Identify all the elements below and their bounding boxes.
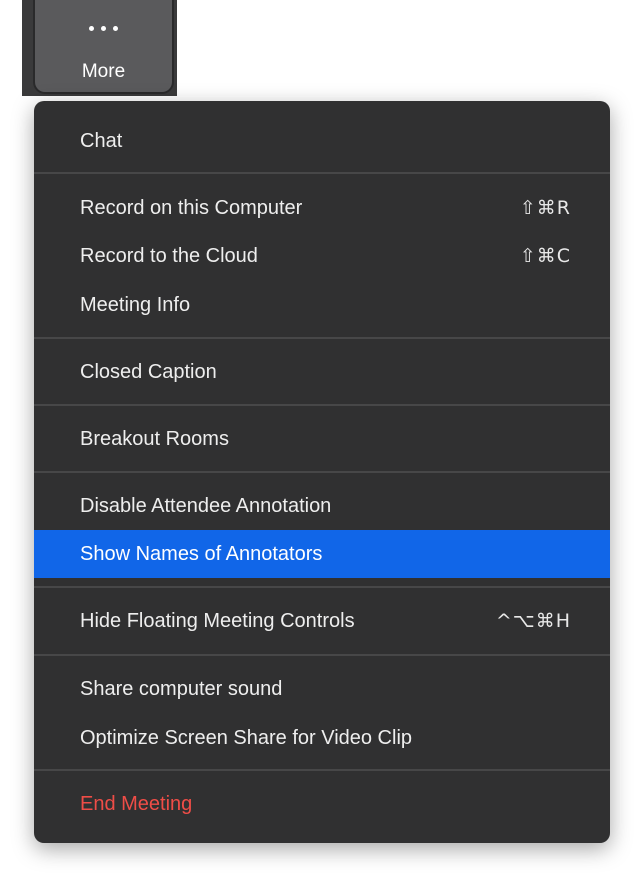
ellipsis-icon — [35, 26, 172, 36]
menu-item-meeting-info[interactable]: Meeting Info — [34, 281, 610, 329]
menu-item-record-cloud[interactable]: Record to the Cloud ⇧⌘C — [34, 232, 610, 280]
menu-item-show-annotators[interactable]: Show Names of Annotators — [34, 530, 610, 578]
menu-separator — [34, 654, 610, 656]
menu-item-label: Closed Caption — [80, 360, 217, 383]
menu-item-label: Record on this Computer — [80, 196, 303, 219]
more-button[interactable]: More — [33, 0, 174, 94]
menu-item-record-computer[interactable]: Record on this Computer ⇧⌘R — [34, 184, 610, 232]
menu-item-label: Chat — [80, 129, 123, 152]
menu-item-label: Show Names of Annotators — [80, 542, 323, 565]
menu-item-label: Share computer sound — [80, 677, 283, 700]
menu-item-label: Disable Attendee Annotation — [80, 494, 332, 517]
menu-item-share-sound[interactable]: Share computer sound — [34, 665, 610, 713]
menu-item-label: Record to the Cloud — [80, 244, 258, 267]
shortcut-label: ⇧⌘C — [519, 245, 571, 267]
menu-item-breakout-rooms[interactable]: Breakout Rooms — [34, 415, 610, 463]
shortcut-label: ⇧⌘R — [519, 197, 571, 219]
shortcut-label: ^⌥⌘H — [495, 610, 571, 632]
more-dropdown-menu: Chat Record on this Computer ⇧⌘R Record … — [34, 101, 610, 843]
menu-item-chat[interactable]: Chat — [34, 117, 610, 165]
menu-separator — [34, 769, 610, 771]
menu-separator — [34, 471, 610, 473]
menu-item-label: Hide Floating Meeting Controls — [80, 609, 355, 632]
menu-separator — [34, 586, 610, 588]
menu-item-label: Meeting Info — [80, 293, 191, 316]
menu-item-label: Optimize Screen Share for Video Clip — [80, 726, 413, 749]
menu-item-hide-floating-controls[interactable]: Hide Floating Meeting Controls ^⌥⌘H — [34, 597, 610, 645]
menu-item-label: Breakout Rooms — [80, 427, 229, 450]
menu-separator — [34, 337, 610, 339]
menu-item-optimize-share[interactable]: Optimize Screen Share for Video Clip — [34, 714, 610, 762]
menu-separator — [34, 172, 610, 174]
menu-item-end-meeting[interactable]: End Meeting — [34, 780, 610, 828]
menu-item-closed-caption[interactable]: Closed Caption — [34, 348, 610, 396]
menu-item-label: End Meeting — [80, 792, 193, 815]
more-label: More — [81, 61, 126, 82]
menu-item-disable-annotation[interactable]: Disable Attendee Annotation — [34, 482, 610, 530]
menu-separator — [34, 404, 610, 406]
